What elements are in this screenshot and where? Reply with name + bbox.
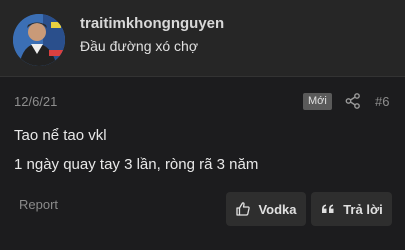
post-text-line: 1 ngày quay tay 3 lần, ròng rã 3 năm	[14, 156, 259, 173]
avatar[interactable]	[13, 14, 65, 66]
thumbs-up-icon	[236, 202, 251, 216]
like-button[interactable]: Vodka	[226, 192, 306, 226]
quote-icon	[322, 204, 334, 213]
post-date[interactable]: 12/6/21	[14, 94, 57, 109]
author-title: Đầu đường xó chợ	[80, 38, 199, 54]
report-link[interactable]: Report	[19, 197, 58, 212]
author-username[interactable]: traitimkhongnguyen	[80, 15, 224, 32]
header-divider	[0, 76, 405, 77]
post-author-header: traitimkhongnguyen Đầu đường xó chợ	[0, 0, 405, 76]
avatar-image	[13, 14, 65, 66]
reply-button-label: Trả lời	[343, 201, 383, 217]
share-icon[interactable]	[344, 92, 362, 110]
post-text-line: Tao nể tao vkl	[14, 127, 107, 144]
like-button-label: Vodka	[258, 201, 297, 217]
reply-button[interactable]: Trả lời	[311, 192, 392, 226]
new-badge: Mới	[303, 93, 332, 110]
post-number[interactable]: #6	[375, 94, 389, 109]
